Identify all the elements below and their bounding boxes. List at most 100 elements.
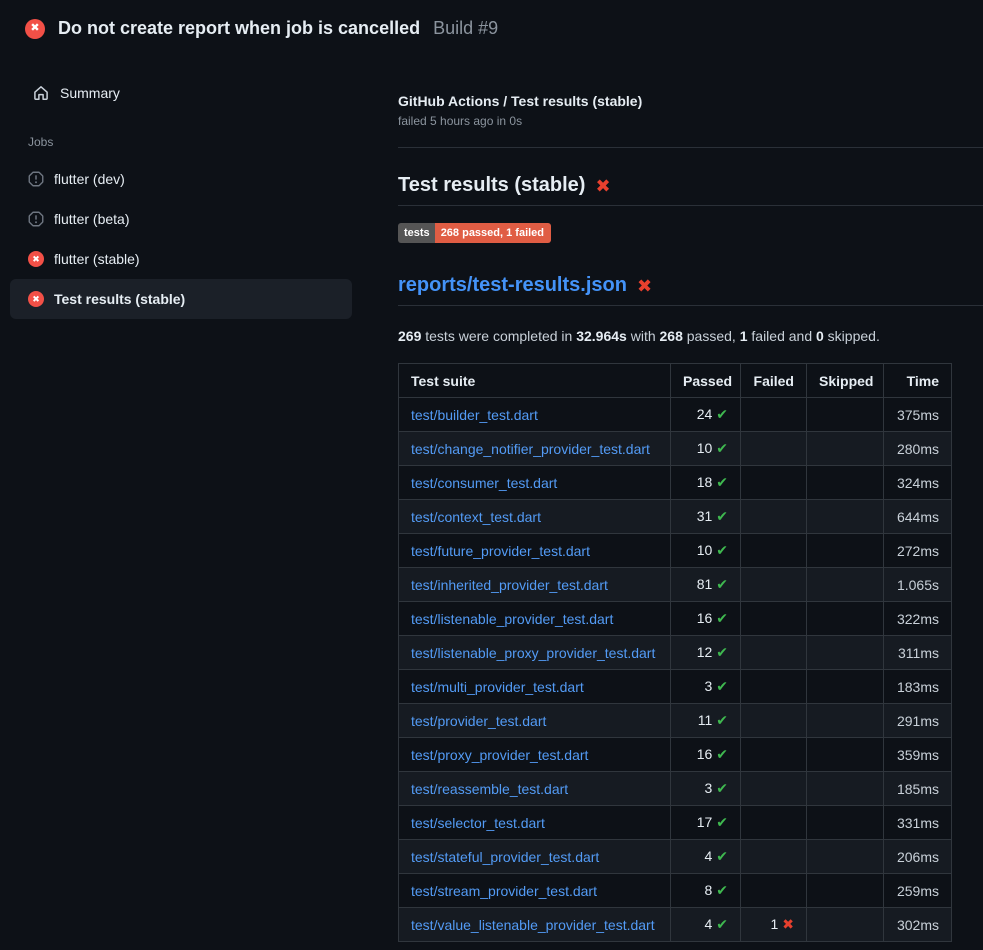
check-mark-icon: ✔ bbox=[716, 882, 728, 898]
column-header-passed: Passed bbox=[671, 364, 741, 398]
check-mark-icon: ✔ bbox=[716, 406, 728, 422]
passed-cell: 8✔ bbox=[671, 874, 741, 908]
sidebar-item-flutter-beta[interactable]: flutter (beta) bbox=[10, 199, 352, 239]
check-mark-icon: ✔ bbox=[716, 542, 728, 558]
suite-cell: test/stream_provider_test.dart bbox=[399, 874, 671, 908]
passed-cell: 24✔ bbox=[671, 398, 741, 432]
suite-link[interactable]: test/selector_test.dart bbox=[411, 815, 545, 831]
failed-count: 1 bbox=[770, 916, 778, 932]
time-cell: 324ms bbox=[884, 466, 952, 500]
suite-cell: test/provider_test.dart bbox=[399, 704, 671, 738]
passed-count: 81 bbox=[697, 576, 713, 592]
suite-link[interactable]: test/listenable_proxy_provider_test.dart bbox=[411, 645, 655, 661]
passed-cell: 11✔ bbox=[671, 704, 741, 738]
failed-cell bbox=[741, 874, 807, 908]
passed-cell: 81✔ bbox=[671, 568, 741, 602]
time-cell: 185ms bbox=[884, 772, 952, 806]
section-heading-text: Test results (stable) bbox=[398, 174, 585, 197]
check-mark-icon: ✔ bbox=[716, 780, 728, 796]
passed-count: 17 bbox=[697, 814, 713, 830]
suite-link[interactable]: test/future_provider_test.dart bbox=[411, 543, 590, 559]
suite-link[interactable]: test/stateful_provider_test.dart bbox=[411, 849, 599, 865]
badge-value: 268 passed, 1 failed bbox=[435, 223, 551, 243]
skipped-cell bbox=[807, 568, 884, 602]
time-cell: 375ms bbox=[884, 398, 952, 432]
time-cell: 280ms bbox=[884, 432, 952, 466]
suite-link[interactable]: test/reassemble_test.dart bbox=[411, 781, 568, 797]
sidebar-item-label: Summary bbox=[60, 85, 120, 101]
jobs-section-label: Jobs bbox=[28, 135, 390, 149]
skipped-cell bbox=[807, 602, 884, 636]
failed-cell bbox=[741, 772, 807, 806]
passed-cell: 10✔ bbox=[671, 432, 741, 466]
passed-count: 16 bbox=[697, 610, 713, 626]
suite-link[interactable]: test/stream_provider_test.dart bbox=[411, 883, 597, 899]
suite-link[interactable]: test/proxy_provider_test.dart bbox=[411, 747, 588, 763]
home-icon bbox=[33, 85, 49, 101]
suite-cell: test/context_test.dart bbox=[399, 500, 671, 534]
x-circle-fill-icon: ✖ bbox=[25, 19, 45, 39]
main-content: GitHub Actions / Test results (stable) f… bbox=[390, 57, 983, 950]
skipped-cell bbox=[807, 432, 884, 466]
suite-cell: test/change_notifier_provider_test.dart bbox=[399, 432, 671, 466]
table-row: test/inherited_provider_test.dart81✔1.06… bbox=[399, 568, 952, 602]
suite-cell: test/listenable_provider_test.dart bbox=[399, 602, 671, 636]
table-row: test/future_provider_test.dart10✔272ms bbox=[399, 534, 952, 568]
breadcrumb: GitHub Actions / Test results (stable) bbox=[398, 93, 983, 109]
failed-count: 1 bbox=[740, 328, 748, 344]
suite-link[interactable]: test/context_test.dart bbox=[411, 509, 541, 525]
failed-cell bbox=[741, 806, 807, 840]
table-row: test/reassemble_test.dart3✔185ms bbox=[399, 772, 952, 806]
suite-link[interactable]: test/inherited_provider_test.dart bbox=[411, 577, 608, 593]
table-row: test/listenable_provider_test.dart16✔322… bbox=[399, 602, 952, 636]
skipped-count: 0 bbox=[816, 328, 824, 344]
skipped-cell bbox=[807, 398, 884, 432]
suite-link[interactable]: test/builder_test.dart bbox=[411, 407, 538, 423]
skipped-cell bbox=[807, 704, 884, 738]
time-cell: 206ms bbox=[884, 840, 952, 874]
passed-cell: 17✔ bbox=[671, 806, 741, 840]
passed-count: 18 bbox=[697, 474, 713, 490]
passed-count: 12 bbox=[697, 644, 713, 660]
suite-link[interactable]: test/consumer_test.dart bbox=[411, 475, 557, 491]
tests-status-badge: tests 268 passed, 1 failed bbox=[398, 223, 551, 243]
check-mark-icon: ✔ bbox=[716, 576, 728, 592]
failed-cell: 1✖ bbox=[741, 908, 807, 942]
skipped-cell bbox=[807, 534, 884, 568]
check-mark-icon: ✔ bbox=[716, 712, 728, 728]
passed-cell: 31✔ bbox=[671, 500, 741, 534]
table-row: test/change_notifier_provider_test.dart 1… bbox=[399, 432, 952, 466]
summary-text: failed and bbox=[748, 328, 817, 344]
sidebar-item-test-results-stable[interactable]: ✖Test results (stable) bbox=[10, 279, 352, 319]
column-header-failed: Failed bbox=[741, 364, 807, 398]
suite-link[interactable]: test/listenable_provider_test.dart bbox=[411, 611, 613, 627]
report-file-link[interactable]: reports/test-results.json bbox=[398, 274, 627, 297]
time-cell: 644ms bbox=[884, 500, 952, 534]
job-label: flutter (dev) bbox=[54, 171, 125, 187]
table-row: test/stream_provider_test.dart8✔259ms bbox=[399, 874, 952, 908]
suite-link[interactable]: test/value_listenable_provider_test.dart bbox=[411, 917, 655, 933]
failed-cell bbox=[741, 398, 807, 432]
failed-cell bbox=[741, 704, 807, 738]
suite-link[interactable]: test/multi_provider_test.dart bbox=[411, 679, 584, 695]
check-mark-icon: ✔ bbox=[716, 814, 728, 830]
sidebar-item-flutter-dev[interactable]: flutter (dev) bbox=[10, 159, 352, 199]
check-mark-icon: ✔ bbox=[716, 678, 728, 694]
job-label: flutter (stable) bbox=[54, 251, 140, 267]
passed-count: 268 bbox=[660, 328, 683, 344]
sidebar-item-flutter-stable[interactable]: ✖ flutter (stable) bbox=[10, 239, 352, 279]
sidebar-item-summary[interactable]: Summary bbox=[10, 73, 352, 113]
table-row: test/context_test.dart 31✔ 644ms bbox=[399, 500, 952, 534]
time-cell: 359ms bbox=[884, 738, 952, 772]
suite-link[interactable]: test/provider_test.dart bbox=[411, 713, 546, 729]
column-header-test-suite: Test suite bbox=[399, 364, 671, 398]
x-circle-fill-icon: ✖ bbox=[28, 251, 44, 267]
check-mark-icon: ✔ bbox=[716, 644, 728, 660]
skipped-cell bbox=[807, 772, 884, 806]
suite-cell: test/multi_provider_test.dart bbox=[399, 670, 671, 704]
suite-link[interactable]: test/change_notifier_provider_test.dart bbox=[411, 441, 650, 457]
suite-cell: test/value_listenable_provider_test.dart bbox=[399, 908, 671, 942]
passed-cell: 18✔ bbox=[671, 466, 741, 500]
results-table-head-row: Test suitePassedFailedSkippedTime bbox=[399, 364, 952, 398]
failed-cell bbox=[741, 670, 807, 704]
